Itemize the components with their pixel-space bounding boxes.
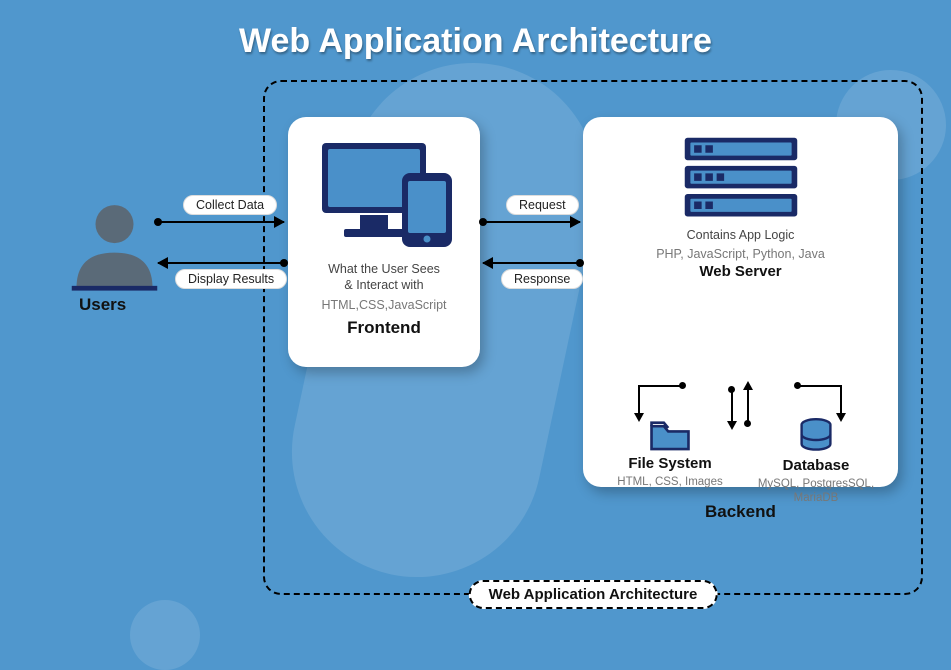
arrow-collect-data (158, 221, 284, 223)
frontend-card: What the User Sees & Interact with HTML,… (288, 117, 480, 367)
filesystem-label: File System (605, 455, 735, 472)
database-icon (796, 417, 836, 455)
database-block: Database MySQL, PostgresSQL, MariaDB (751, 417, 881, 506)
frontend-tech: HTML,CSS,JavaScript (300, 298, 468, 312)
backend-card: Contains App Logic PHP, JavaScript, Pyth… (583, 117, 898, 487)
label-display-results: Display Results (175, 269, 287, 289)
server-icon (666, 131, 816, 227)
database-label: Database (751, 457, 881, 474)
label-response: Response (501, 269, 583, 289)
user-icon (67, 195, 162, 295)
arrow-request (483, 221, 580, 223)
devices-icon (304, 135, 464, 255)
arrow-response (483, 262, 580, 264)
label-request: Request (506, 195, 579, 215)
bg-blob (130, 600, 200, 670)
users-label: Users (79, 295, 126, 315)
label-collect-data: Collect Data (183, 195, 277, 215)
frontend-label: Frontend (300, 318, 468, 338)
filesystem-block: File System HTML, CSS, Images (605, 417, 735, 488)
backend-label: Backend (705, 502, 776, 522)
webserver-label: Web Server (595, 263, 886, 280)
folder-icon (648, 417, 692, 453)
frontend-subtitle: What the User Sees & Interact with (300, 261, 468, 294)
filesystem-tech: HTML, CSS, Images (605, 476, 735, 488)
backend-tech: PHP, JavaScript, Python, Java (595, 247, 886, 261)
diagram-title: Web Application Architecture (0, 22, 951, 61)
backend-subtitle: Contains App Logic (595, 227, 886, 243)
architecture-container-label: Web Application Architecture (469, 580, 718, 609)
arrow-display-results (158, 262, 284, 264)
